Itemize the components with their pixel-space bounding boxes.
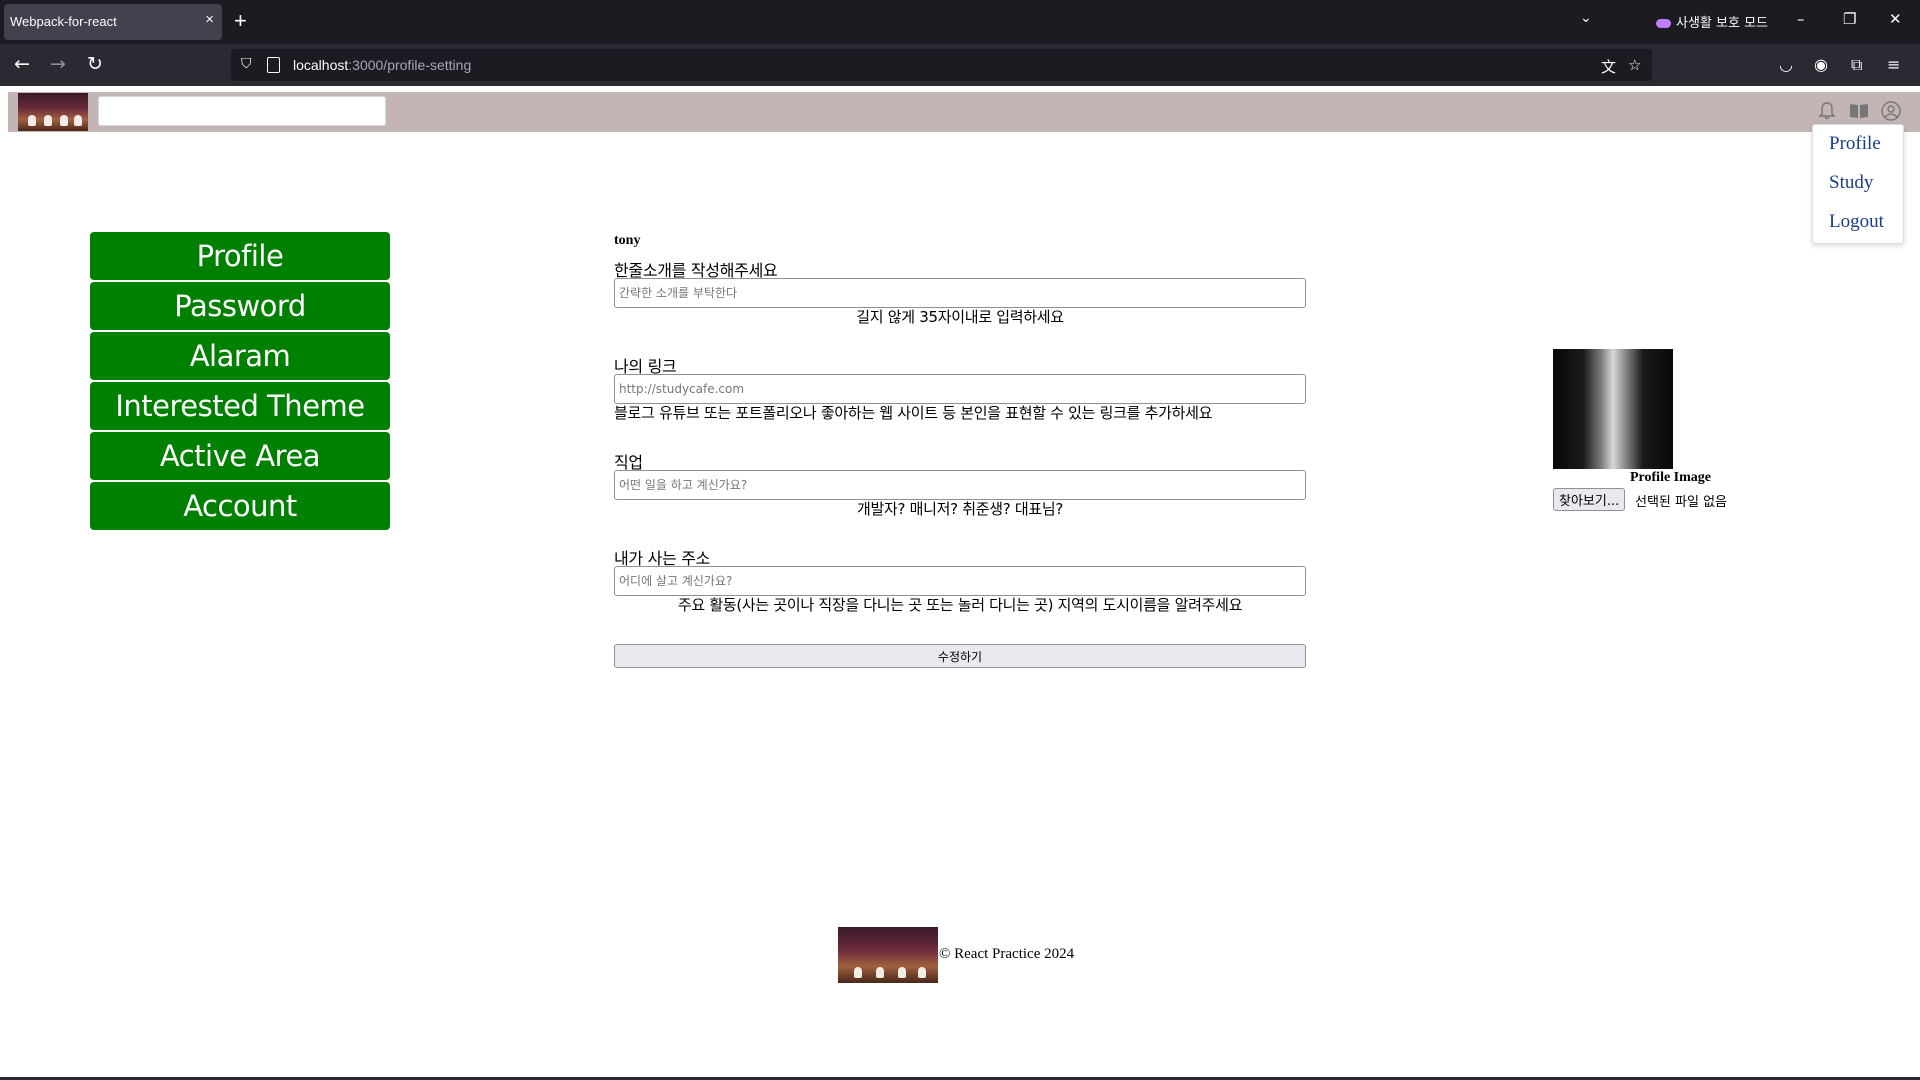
bio-hint: 길지 않게 35자이내로 입력하세요 [856,308,1064,326]
address-bar[interactable]: ⛉ localhost:3000/profile-setting 文 ☆ [231,49,1652,81]
close-window-button[interactable]: ✕ [1889,10,1902,28]
menu-item-logout[interactable]: Logout [1829,211,1884,233]
sidebar-item-alaram[interactable]: Alaram [90,332,390,380]
menu-item-study[interactable]: Study [1829,172,1873,194]
app-menu-icon[interactable]: ≡ [1887,55,1900,74]
bookmark-star-icon[interactable]: ☆ [1628,56,1641,74]
extensions-icon[interactable]: ⧉ [1851,55,1862,75]
menu-item-profile[interactable]: Profile [1829,133,1881,155]
header-logo[interactable] [18,93,88,131]
restore-button[interactable]: ❐ [1843,10,1856,28]
page-info-icon[interactable] [267,57,280,73]
url-text[interactable]: localhost:3000/profile-setting [293,57,471,73]
reload-icon[interactable]: ↻ [87,53,103,75]
sidebar-item-account[interactable]: Account [90,482,390,530]
job-input[interactable] [614,470,1306,500]
sidebar-item-password[interactable]: Password [90,282,390,330]
header-search-input[interactable] [98,96,386,126]
app-header [8,92,1920,132]
tab-close-icon[interactable]: × [205,11,214,28]
book-icon[interactable] [1848,100,1870,122]
profile-image-label: Profile Image [1630,470,1711,485]
tracking-shield-icon[interactable]: ⛉ [241,56,252,72]
profile-image [1553,349,1673,469]
private-mask-icon [1656,19,1671,28]
private-mode-indicator: 사생활 보호 모드 [1656,12,1768,31]
link-hint: 블로그 유튜브 또는 포트폴리오나 좋아하는 웹 사이트 등 본인을 표현할 수… [614,404,1213,422]
username: tony [614,233,641,248]
pocket-icon[interactable]: ◡ [1779,55,1793,74]
browse-file-button[interactable]: 찾아보기... [1553,488,1626,511]
browser-nav-bar: ← → ↻ ⛉ localhost:3000/profile-setting 文… [0,44,1920,86]
browser-tab[interactable]: Webpack-for-react × [4,4,222,40]
sidebar-item-interested-theme[interactable]: Interested Theme [90,382,390,430]
translate-icon[interactable]: 文 [1601,56,1616,77]
browser-tab-bar: Webpack-for-react × + ⌄ 사생활 보호 모드 – ❐ ✕ [0,0,1920,44]
minimize-button[interactable]: – [1797,10,1805,28]
sidebar-item-active-area[interactable]: Active Area [90,432,390,480]
back-icon[interactable]: ← [14,53,30,75]
job-hint: 개발자? 매니저? 취준생? 대표님? [856,500,1064,518]
tab-list-chevron-icon[interactable]: ⌄ [1580,10,1592,26]
footer-copyright: © React Practice 2024 [939,946,1075,962]
new-tab-button[interactable]: + [234,8,247,34]
address-input[interactable] [614,566,1306,596]
user-circle-icon[interactable] [1880,100,1902,122]
bio-input[interactable] [614,278,1306,308]
sidebar-item-profile[interactable]: Profile [90,232,390,280]
submit-button[interactable]: 수정하기 [614,644,1306,668]
user-dropdown-menu: Profile Study Logout [1812,124,1904,244]
address-hint: 주요 활동(사는 곳이나 직장을 다니는 곳 또는 놀러 다니는 곳) 지역의 … [677,596,1243,614]
private-mode-label: 사생활 보호 모드 [1676,16,1768,31]
no-file-text: 선택된 파일 없음 [1635,495,1727,510]
link-input[interactable] [614,374,1306,404]
footer-logo [838,927,938,983]
account-icon[interactable]: ◉ [1814,55,1828,74]
forward-icon[interactable]: → [50,53,66,75]
tab-title: Webpack-for-react [10,14,117,29]
bell-icon[interactable] [1816,100,1838,122]
